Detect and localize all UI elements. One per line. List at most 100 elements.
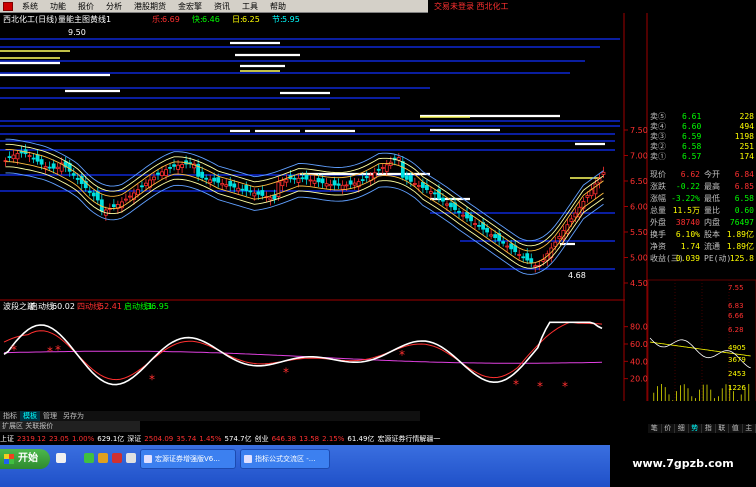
candle-body xyxy=(485,227,490,233)
legend-value: 6.69 xyxy=(162,15,180,24)
menu-item[interactable]: 金宏擎 xyxy=(172,0,208,13)
index-value: 上证 xyxy=(0,435,14,443)
quote-value: 38740 xyxy=(675,218,700,227)
right-tab[interactable]: 笔 xyxy=(648,424,662,433)
start-button[interactable]: 开始 xyxy=(0,449,50,469)
quicklaunch-icon[interactable] xyxy=(126,453,136,463)
legend-value: 6.46 xyxy=(202,15,220,24)
index-value: 23.05 xyxy=(48,435,69,443)
candle-body xyxy=(320,178,325,184)
quicklaunch-icon[interactable] xyxy=(84,453,94,463)
tab-0[interactable]: 指标 xyxy=(0,411,20,421)
quote-value: 6.84 xyxy=(734,170,754,179)
menu-item[interactable]: 报价 xyxy=(72,0,100,13)
menu-item[interactable]: 帮助 xyxy=(264,0,292,13)
candle-body xyxy=(71,173,76,176)
app-logo-icon xyxy=(3,1,13,11)
window-icon xyxy=(244,455,252,463)
menu-item[interactable]: 工具 xyxy=(236,0,264,13)
mini-tick-label: 7.55 xyxy=(728,284,744,292)
quote-row: 收益(三) 0.039 PE(动) 125.8 xyxy=(648,254,756,263)
title-bar: 交易未登录 西北化工 xyxy=(428,0,756,13)
quote-value: -3.22% xyxy=(671,194,700,203)
right-tab[interactable]: 主 xyxy=(743,424,756,433)
quote-value: 1.74 xyxy=(680,242,700,251)
candle-body xyxy=(308,179,313,182)
menu-item[interactable]: 分析 xyxy=(100,0,128,13)
right-tab[interactable]: 指 xyxy=(702,424,716,433)
menu-item[interactable]: 资讯 xyxy=(208,0,236,13)
price-tick-label: 6.00 xyxy=(630,203,648,212)
quote-label: 内盘 xyxy=(704,218,720,227)
right-tab[interactable]: 价 xyxy=(662,424,675,433)
task-button[interactable]: 宏源证券增强版V6... xyxy=(140,449,236,469)
index-value: 61.49亿 xyxy=(347,435,375,443)
menu-item[interactable]: 港股期货 xyxy=(128,0,172,13)
menu-item[interactable]: 功能 xyxy=(44,0,72,13)
candle-body xyxy=(360,179,365,182)
candle-body xyxy=(224,184,229,187)
index-value: 1.00% xyxy=(72,435,95,443)
candle-body xyxy=(585,195,590,198)
ask-volume: 1198 xyxy=(734,132,754,141)
task-button[interactable]: 指标公式交流区 -... xyxy=(240,449,330,469)
ask-row[interactable]: 卖① 6.57 174 xyxy=(648,152,756,161)
candle-body xyxy=(449,202,453,208)
index-value: 35.74 xyxy=(176,435,197,443)
quote-panel: 卖⑤ 6.61 228 卖④ 6.60 494 卖③ 6.59 1198 卖② 6.58 251 卖① 6… xyxy=(648,112,756,267)
candle-body xyxy=(284,179,289,183)
candle-body xyxy=(212,177,217,182)
tab-2[interactable]: 管理 xyxy=(40,411,60,421)
chart-area[interactable]: 西北化工(日线) 量能主图黄线1 乐: 6.69 快: 6.46 日: 6.25 节: 5.957… xyxy=(0,13,756,401)
quicklaunch-icon[interactable] xyxy=(98,453,108,463)
mini-tick-label: 6.83 xyxy=(728,302,744,310)
chart-bg xyxy=(0,13,625,399)
candle-body xyxy=(144,182,148,187)
mini-tick-label: 1226 xyxy=(728,384,746,392)
candle-body xyxy=(140,185,144,188)
sub-tab-bar[interactable]: 扩展区 关联报价 xyxy=(0,421,140,432)
candle-body xyxy=(111,204,116,208)
windows-flag-icon xyxy=(4,454,14,464)
right-tab[interactable]: 联 xyxy=(716,424,729,433)
candle-body xyxy=(509,243,514,250)
index-value: 2504.09 xyxy=(144,435,174,443)
right-tab[interactable]: 势 xyxy=(689,424,702,433)
price-tick-label: 7.00 xyxy=(630,152,648,161)
quote-label: 总量 xyxy=(650,206,666,215)
quote-row: 换手 6.10% 股本 1.89亿 xyxy=(648,230,756,239)
candle-body xyxy=(352,182,357,186)
menu-item[interactable]: 系统 xyxy=(16,0,44,13)
ask-label: 卖② xyxy=(650,142,666,151)
quicklaunch-icon[interactable] xyxy=(112,453,122,463)
candle-body xyxy=(493,234,498,239)
quote-label: 量比 xyxy=(704,206,720,215)
tab-1[interactable]: 模板 xyxy=(20,411,40,421)
right-tab[interactable]: 值 xyxy=(729,424,743,433)
index-value: 创业 xyxy=(254,435,269,443)
candle-body xyxy=(501,241,506,244)
mini-tick-label: 6.28 xyxy=(728,326,744,334)
ask-row[interactable]: 卖⑤ 6.61 228 xyxy=(648,112,756,121)
candle-body xyxy=(380,167,385,169)
quote-row: 总量 11.5万 量比 0.60 xyxy=(648,206,756,215)
right-tab[interactable]: 细 xyxy=(675,424,689,433)
desktop-icon[interactable] xyxy=(56,453,66,463)
candle-body xyxy=(332,180,337,186)
candle-body xyxy=(376,168,381,171)
quote-label: 涨跌 xyxy=(650,182,666,191)
candle-body xyxy=(408,175,413,182)
ask-price: 6.60 xyxy=(682,122,702,131)
quote-label: 换手 xyxy=(650,230,666,239)
signal-star: * xyxy=(149,372,155,386)
candle-body xyxy=(557,235,562,240)
candle-body xyxy=(160,171,164,177)
ask-row[interactable]: 卖② 6.58 251 xyxy=(648,142,756,151)
tab-3[interactable]: 另存为 xyxy=(60,411,87,421)
candle-body xyxy=(517,254,522,256)
ask-row[interactable]: 卖③ 6.59 1198 xyxy=(648,132,756,141)
legend-value: 5.95 xyxy=(282,15,300,24)
ask-row[interactable]: 卖④ 6.60 494 xyxy=(648,122,756,131)
index-value: 2319.12 xyxy=(17,435,46,443)
quote-row: 净资 1.74 流通 1.89亿 xyxy=(648,242,756,251)
